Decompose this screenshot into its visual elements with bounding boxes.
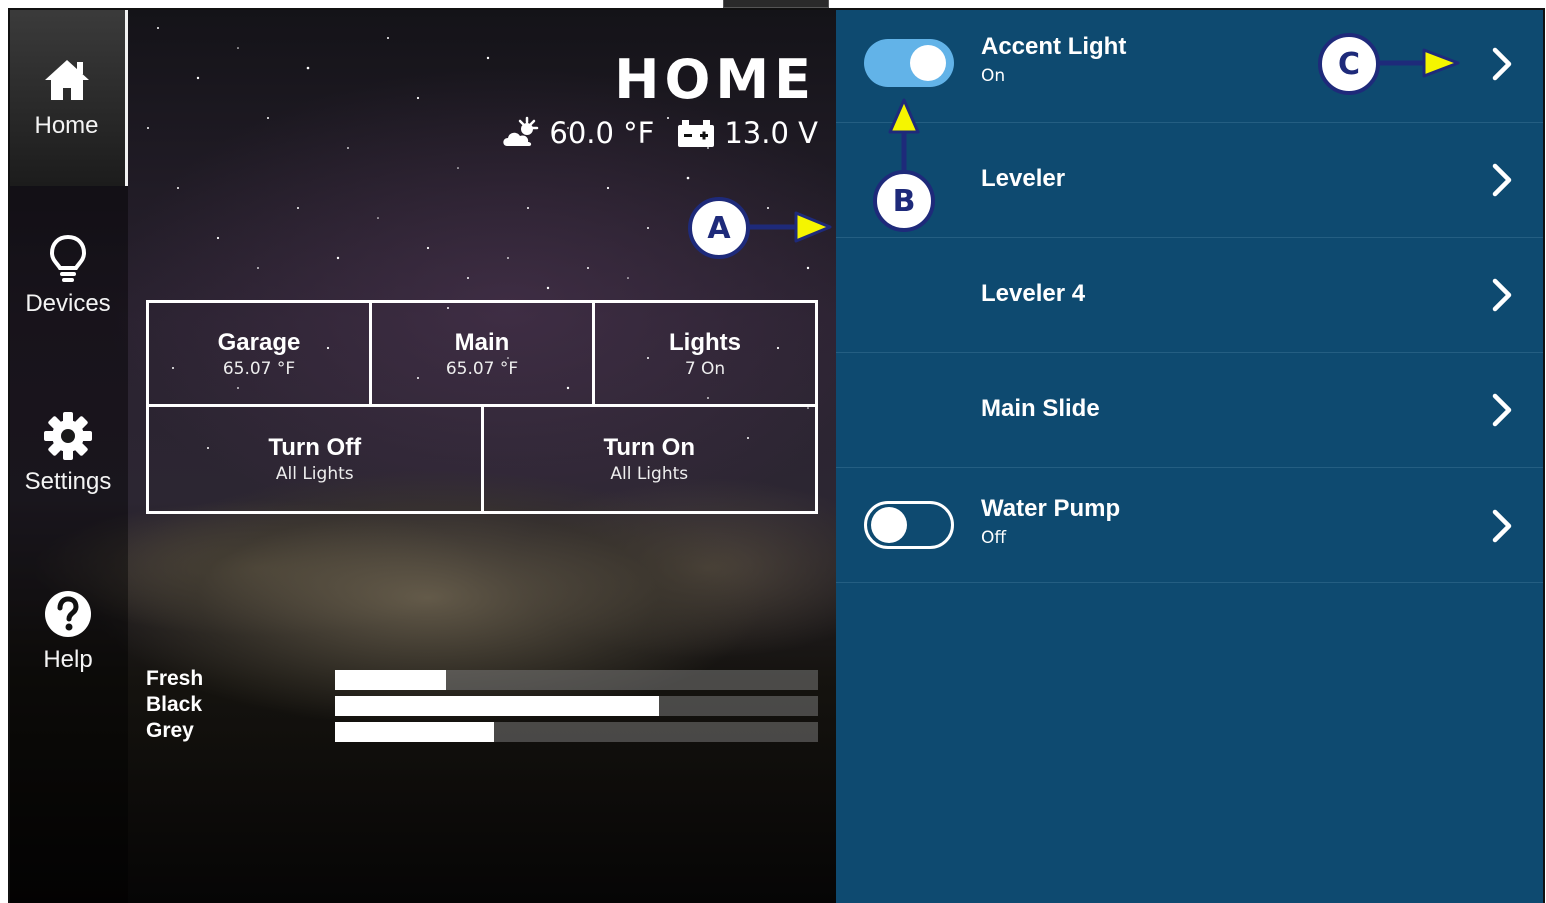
- tank-label: Fresh: [146, 667, 204, 690]
- device-state: Off: [981, 528, 1007, 548]
- chevron-right-icon[interactable]: [1487, 44, 1517, 84]
- tank-label: Black: [146, 693, 203, 716]
- tile-value: 65.07 °F: [222, 358, 296, 379]
- tile-value: All Lights: [275, 464, 354, 484]
- tank-levels: Fresh Black Grey: [146, 668, 818, 746]
- chevron-right-icon[interactable]: [1487, 275, 1517, 315]
- tile-main[interactable]: Main 65.07 °F: [369, 303, 592, 404]
- lightbulb-icon: [49, 234, 87, 282]
- sidebar-item-settings[interactable]: Settings: [8, 364, 128, 542]
- sidebar-item-home[interactable]: Home: [8, 8, 128, 186]
- tile-value: 65.07 °F: [445, 358, 519, 379]
- tile-title: Turn Off: [268, 434, 362, 461]
- chevron-right-icon[interactable]: [1487, 390, 1517, 430]
- turn-on-all-lights-button[interactable]: Turn On All Lights: [480, 407, 816, 511]
- sidebar-item-help[interactable]: Help: [8, 542, 128, 720]
- device-name: Leveler: [981, 165, 1066, 192]
- summary-tiles-row: Garage 65.07 °F Main 65.07 °F Lights 7 O…: [146, 300, 818, 407]
- tank-level-fill: [335, 722, 495, 742]
- tank-row-fresh: Fresh: [146, 668, 818, 694]
- device-name: Leveler 4: [981, 280, 1086, 307]
- tank-level-fill: [335, 696, 659, 716]
- tank-level-bar: [335, 696, 818, 716]
- tile-title: Turn On: [603, 434, 696, 461]
- sidebar-item-label: Help: [43, 646, 93, 673]
- tile-title: Garage: [217, 328, 301, 356]
- toggle-knob: [871, 507, 907, 543]
- tank-row-grey: Grey: [146, 720, 818, 746]
- temperature-readout: 60.0 °F: [549, 116, 655, 150]
- tile-value: All Lights: [610, 464, 689, 484]
- device-name: Accent Light: [981, 33, 1127, 60]
- battery-icon: [678, 120, 715, 147]
- device-list-panel: Accent Light On Leveler Leveler 4 Main S…: [836, 8, 1545, 903]
- tile-title: Lights: [669, 328, 741, 356]
- light-actions-row: Turn Off All Lights Turn On All Lights: [146, 407, 818, 514]
- device-state: On: [981, 66, 1006, 86]
- device-row-leveler[interactable]: Leveler: [836, 123, 1545, 238]
- device-name: Water Pump: [981, 495, 1121, 522]
- help-icon: [45, 591, 91, 637]
- tank-level-bar: [335, 722, 818, 742]
- tank-level-fill: [335, 670, 447, 690]
- gear-icon: [44, 412, 92, 460]
- tank-row-black: Black: [146, 694, 818, 720]
- callout-b: B: [873, 170, 935, 232]
- tile-title: Main: [454, 328, 510, 356]
- turn-off-all-lights-button[interactable]: Turn Off All Lights: [149, 407, 481, 511]
- top-tab-handle: [723, 0, 829, 8]
- device-row-water-pump[interactable]: Water Pump Off: [836, 468, 1545, 583]
- sidebar-item-devices[interactable]: Devices: [8, 186, 128, 364]
- voltage-readout: 13.0 V: [724, 116, 818, 150]
- water-pump-toggle[interactable]: [864, 501, 954, 549]
- callout-a: A: [688, 197, 750, 259]
- sidebar-item-label: Settings: [24, 468, 112, 495]
- sidebar-item-label: Home: [34, 112, 99, 139]
- tile-value: 7 On: [684, 358, 726, 379]
- partly-cloudy-icon: [503, 116, 539, 146]
- chevron-right-icon[interactable]: [1487, 160, 1517, 200]
- chevron-right-icon[interactable]: [1487, 506, 1517, 546]
- device-row-leveler-4[interactable]: Leveler 4: [836, 238, 1545, 353]
- sidebar-item-label: Devices: [25, 290, 111, 317]
- sidebar: Home Devices Settings Help: [8, 8, 128, 903]
- status-row: 60.0 °F 13.0 V: [501, 116, 818, 150]
- accent-light-toggle[interactable]: [864, 39, 954, 87]
- tank-label: Grey: [146, 719, 194, 742]
- home-icon: [44, 60, 89, 100]
- tile-lights[interactable]: Lights 7 On: [592, 303, 815, 404]
- device-name: Main Slide: [981, 395, 1100, 422]
- tile-garage[interactable]: Garage 65.07 °F: [149, 303, 369, 404]
- home-panel: Home Devices Settings Help HOME 60.0 °F …: [8, 8, 836, 903]
- tank-level-bar: [335, 670, 818, 690]
- page-title: HOME: [614, 48, 816, 111]
- toggle-knob: [910, 45, 946, 81]
- device-row-main-slide[interactable]: Main Slide: [836, 353, 1545, 468]
- device-row-accent-light[interactable]: Accent Light On: [836, 8, 1545, 123]
- callout-c: C: [1318, 33, 1380, 95]
